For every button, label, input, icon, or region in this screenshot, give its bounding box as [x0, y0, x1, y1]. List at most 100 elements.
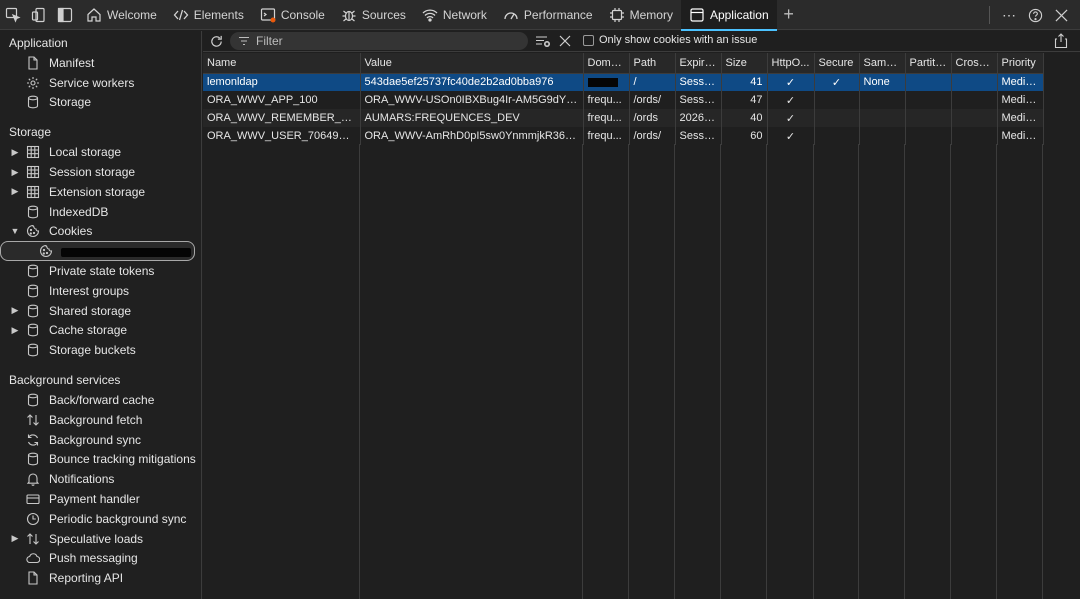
cell-partition-key	[905, 73, 952, 91]
sidebar-item-local-storage[interactable]: ▶ Local storage	[0, 142, 201, 162]
sidebar-item-reporting-api[interactable]: Reporting API	[0, 568, 201, 588]
only-issues-checkbox[interactable]: Only show cookies with an issue	[583, 34, 757, 46]
cell-httponly: ✓	[767, 109, 815, 127]
sidebar-item-push-messaging[interactable]: Push messaging	[0, 549, 201, 569]
section-heading-storage: Storage	[9, 125, 52, 140]
column-header-httponly[interactable]: HttpO...	[767, 53, 815, 74]
cell-domain: frequ...	[583, 91, 630, 109]
tab-welcome[interactable]: Welcome	[78, 0, 165, 30]
sidebar-item-notifications[interactable]: Notifications	[0, 469, 201, 489]
sidebar-item-bounce-tracking[interactable]: Bounce tracking mitigations	[0, 450, 201, 470]
expand-arrow-icon[interactable]: ▶	[10, 167, 20, 178]
cell-domain: frequ...	[583, 127, 630, 145]
sidebar-item-interest-groups[interactable]: Interest groups	[0, 281, 201, 301]
column-header-partition-key[interactable]: Partiti...	[905, 53, 952, 74]
tab-memory[interactable]: Memory	[601, 0, 681, 30]
column-header-cross-site[interactable]: Cross ...	[951, 53, 998, 74]
table-header-row: Name Value Domain Path Expire... Size Ht…	[203, 53, 1044, 74]
application-sidebar: Application Manifest Service workers Sto…	[0, 31, 202, 599]
database-icon	[26, 264, 40, 278]
sidebar-item-service-workers[interactable]: Service workers	[0, 73, 201, 93]
column-header-priority[interactable]: Priority	[997, 53, 1044, 74]
sidebar-item-label: Manifest	[49, 55, 95, 70]
expand-arrow-icon[interactable]: ▶	[10, 147, 20, 158]
sidebar-item-storage-buckets[interactable]: Storage buckets	[0, 340, 201, 360]
table-row[interactable]: ORA_WWV_USER_706498047... ORA_WWV-AmRhD0…	[203, 127, 1044, 145]
column-header-secure[interactable]: Secure	[814, 53, 860, 74]
table-row[interactable]: ORA_WWV_REMEMBER_UN AUMARS:FREQUENCES_DE…	[203, 109, 1044, 127]
checkbox-box[interactable]	[583, 34, 594, 46]
sidebar-item-extension-storage[interactable]: ▶ Extension storage	[0, 182, 201, 202]
column-header-size[interactable]: Size	[721, 53, 768, 74]
sidebar-item-back-forward-cache[interactable]: Back/forward cache	[0, 390, 201, 410]
column-header-samesite[interactable]: Same...	[859, 53, 906, 74]
tab-performance[interactable]: Performance	[495, 0, 601, 30]
sidebar-item-private-state-tokens[interactable]: Private state tokens	[0, 261, 201, 281]
sidebar-item-storage[interactable]: Storage	[0, 93, 201, 113]
sidebar-item-session-storage[interactable]: ▶ Session storage	[0, 162, 201, 182]
expand-arrow-icon[interactable]: ▶	[10, 186, 20, 197]
more-options-icon[interactable]: ⋯	[996, 0, 1022, 30]
expand-arrow-icon[interactable]: ▶	[10, 533, 20, 544]
add-tab-icon[interactable]: +	[777, 0, 801, 30]
tab-sources[interactable]: Sources	[333, 0, 414, 30]
up-down-arrows-icon	[26, 413, 40, 427]
sidebar-item-payment-handler[interactable]: Payment handler	[0, 489, 201, 509]
database-icon	[26, 284, 40, 298]
expand-arrow-icon[interactable]: ▶	[10, 305, 20, 316]
tab-elements[interactable]: Elements	[165, 0, 252, 30]
cell-priority: Mediu...	[997, 91, 1044, 109]
sidebar-item-background-fetch[interactable]: Background fetch	[0, 410, 201, 430]
sidebar-item-manifest[interactable]: Manifest	[0, 53, 201, 73]
table-row[interactable]: lemonldap 543dae5ef25737fc40de2b2ad0bba9…	[203, 73, 1044, 91]
cell-value: ORA_WWV-AmRhD0pI5sw0YnmmjkR36bN7	[360, 127, 584, 145]
column-header-name[interactable]: Name	[203, 53, 361, 74]
clear-filtered-icon[interactable]	[533, 32, 553, 50]
device-emulation-icon[interactable]	[26, 0, 52, 30]
tab-label: Network	[442, 7, 487, 22]
bug-icon	[342, 10, 356, 21]
table-row[interactable]: ORA_WWV_APP_100 ORA_WWV-USOn0IBXBug4Ir-A…	[203, 91, 1044, 109]
home-icon	[87, 7, 101, 22]
cell-cross-site	[951, 109, 998, 127]
sidebar-item-cookies[interactable]: ▼ Cookies	[0, 222, 201, 242]
filter-input[interactable]	[256, 34, 496, 48]
sidebar-item-background-sync[interactable]: Background sync	[0, 430, 201, 450]
column-header-expires[interactable]: Expire...	[675, 53, 722, 74]
tab-console[interactable]: Console	[252, 0, 333, 30]
expand-arrow-icon[interactable]: ▶	[10, 325, 20, 336]
database-icon	[26, 393, 40, 407]
column-header-value[interactable]: Value	[360, 53, 584, 74]
column-header-path[interactable]: Path	[629, 53, 676, 74]
tab-label: Console	[280, 7, 325, 22]
sidebar-item-label: Private state tokens	[49, 264, 155, 279]
column-header-domain[interactable]: Domain	[583, 53, 630, 74]
database-icon	[26, 343, 40, 357]
clear-all-icon[interactable]	[555, 32, 575, 50]
refresh-icon[interactable]	[207, 32, 225, 50]
close-icon[interactable]	[1048, 0, 1074, 30]
export-icon[interactable]	[1054, 33, 1070, 49]
clock-icon	[26, 512, 40, 526]
cell-name: ORA_WWV_REMEMBER_UN	[203, 109, 361, 127]
help-icon[interactable]	[1022, 0, 1048, 30]
inspect-element-icon[interactable]	[0, 0, 26, 30]
cell-samesite	[859, 91, 906, 109]
tab-application[interactable]: Application	[680, 0, 777, 31]
up-down-arrows-icon	[26, 532, 40, 546]
cookies-table: Name Value Domain Path Expire... Size Ht…	[203, 53, 1044, 145]
cell-secure	[814, 91, 860, 109]
tab-network[interactable]: Network	[414, 0, 495, 30]
cell-httponly: ✓	[767, 73, 815, 91]
sidebar-item-cache-storage[interactable]: ▶ Cache storage	[0, 321, 201, 341]
sidebar-item-speculative-loads[interactable]: ▶ Speculative loads	[0, 529, 201, 549]
cell-expires: Session	[675, 127, 722, 145]
sidebar-item-indexeddb[interactable]: IndexedDB	[0, 202, 201, 222]
sidebar-item-cookie-origin[interactable]	[0, 241, 195, 262]
collapse-arrow-icon[interactable]: ▼	[10, 226, 20, 236]
sidebar-item-periodic-background-sync[interactable]: Periodic background sync	[0, 509, 201, 529]
sidebar-item-shared-storage[interactable]: ▶ Shared storage	[0, 301, 201, 321]
sync-icon	[26, 433, 40, 447]
devtools-tab-bar: Welcome Elements Console Sources Network…	[0, 0, 1080, 31]
dock-side-icon[interactable]	[52, 0, 78, 30]
